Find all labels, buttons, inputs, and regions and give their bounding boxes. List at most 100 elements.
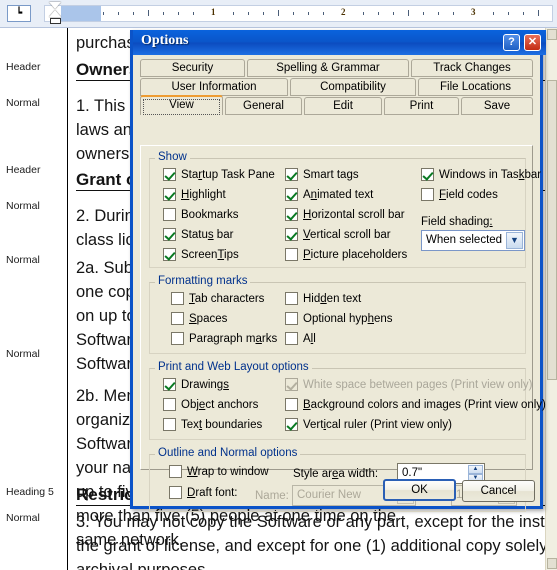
checkbox-all[interactable]: All — [285, 332, 316, 345]
checkbox-box — [285, 378, 298, 391]
tab-track-changes[interactable]: Track Changes — [411, 59, 533, 77]
checkbox-optional-hyphens[interactable]: Optional hyphens — [285, 312, 393, 325]
style-area-width-value: 0.7" — [402, 467, 423, 479]
horizontal-ruler[interactable]: ┕ 1 2 3 — [0, 0, 557, 28]
checkbox-screentips[interactable]: ScreenTips — [163, 248, 239, 261]
tab-user-information[interactable]: User Information — [140, 78, 288, 96]
view-tab-panel: Show Startup Task Pane Highlight Bookmarks… — [140, 145, 546, 512]
checkbox-status-bar[interactable]: Status bar — [163, 228, 233, 241]
group-print-web-layout: Print and Web Layout options Drawings Obj… — [149, 361, 546, 440]
tab-label: Edit — [333, 100, 353, 112]
checkbox-box[interactable] — [171, 292, 184, 305]
checkbox-box[interactable] — [285, 292, 298, 305]
document-paragraph: the grant of license, and except for one… — [76, 537, 545, 555]
checkbox-box[interactable] — [163, 378, 176, 391]
checkbox-bookmarks[interactable]: Bookmarks — [163, 208, 239, 221]
checkbox-hidden-text[interactable]: Hidden text — [285, 292, 361, 305]
checkbox-background-colors-and-images-print-view-only[interactable]: Background colors and images (Print view… — [285, 398, 546, 411]
tab-compatibility[interactable]: Compatibility — [290, 78, 416, 96]
checkbox-startup-task-pane[interactable]: Startup Task Pane — [163, 168, 275, 181]
checkbox-label: Field codes — [439, 188, 498, 201]
checkbox-draft-font[interactable]: Draft font: — [169, 486, 238, 499]
group-print-web-layout-title: Print and Web Layout options — [155, 361, 312, 373]
scrollbar-thumb[interactable] — [547, 80, 557, 380]
checkbox-box[interactable] — [285, 228, 298, 241]
tab-edit[interactable]: Edit — [304, 97, 382, 115]
checkbox-label: Wrap to window — [187, 465, 269, 478]
checkbox-box[interactable] — [171, 332, 184, 345]
checkbox-box[interactable] — [285, 208, 298, 221]
tab-stop-left-icon[interactable]: ┕ — [7, 5, 31, 22]
dialog-body: Security Spelling & Grammar Track Changes … — [133, 55, 546, 512]
tab-save[interactable]: Save — [461, 97, 533, 115]
checkbox-box[interactable] — [285, 398, 298, 411]
tab-label: Print — [409, 100, 434, 112]
style-label: Heading 5 — [6, 486, 54, 498]
checkbox-box[interactable] — [163, 188, 176, 201]
checkbox-box[interactable] — [169, 465, 182, 478]
spinner-up-icon[interactable]: ▲ — [468, 465, 483, 474]
checkbox-object-anchors[interactable]: Object anchors — [163, 398, 258, 411]
checkbox-highlight[interactable]: Highlight — [163, 188, 226, 201]
checkbox-box[interactable] — [171, 312, 184, 325]
checkbox-label: Startup Task Pane — [181, 168, 275, 181]
checkbox-field-codes[interactable]: Field codes — [421, 188, 498, 201]
checkbox-box[interactable] — [163, 228, 176, 241]
style-label: Normal — [6, 348, 40, 360]
cancel-button[interactable]: Cancel — [462, 480, 535, 502]
checkbox-box[interactable] — [163, 208, 176, 221]
checkbox-box[interactable] — [285, 188, 298, 201]
checkbox-box[interactable] — [285, 168, 298, 181]
checkbox-box[interactable] — [163, 418, 176, 431]
first-line-indent-marker[interactable] — [49, 2, 61, 9]
tab-security[interactable]: Security — [140, 59, 245, 77]
checkbox-wrap-to-window[interactable]: Wrap to window — [169, 465, 269, 478]
tab-label: File Locations — [440, 81, 511, 93]
checkbox-label: Object anchors — [181, 398, 259, 411]
field-shading-select[interactable]: When selected ▼ — [421, 230, 525, 251]
checkbox-drawings[interactable]: Drawings — [163, 378, 229, 391]
ruler-strip[interactable]: 1 2 3 — [44, 5, 553, 22]
checkbox-picture-placeholders[interactable]: Picture placeholders — [285, 248, 407, 261]
checkbox-box[interactable] — [285, 248, 298, 261]
ok-button[interactable]: OK — [383, 479, 456, 501]
checkbox-box[interactable] — [163, 248, 176, 261]
checkbox-vertical-ruler-print-view-only[interactable]: Vertical ruler (Print view only) — [285, 418, 452, 431]
checkbox-label: White space between pages (Print view on… — [303, 378, 533, 391]
hanging-indent-marker[interactable] — [49, 10, 61, 17]
style-label: Header — [6, 61, 41, 73]
checkbox-paragraph-marks[interactable]: Paragraph marks — [171, 332, 277, 345]
checkbox-windows-in-taskbar[interactable]: Windows in Taskbar — [421, 168, 541, 181]
checkbox-label: Drawings — [181, 378, 229, 391]
tab-spelling-grammar[interactable]: Spelling & Grammar — [247, 59, 409, 77]
checkbox-vertical-scroll-bar[interactable]: Vertical scroll bar — [285, 228, 391, 241]
scroll-down-arrow-icon[interactable] — [547, 558, 557, 569]
checkbox-spaces[interactable]: Spaces — [171, 312, 227, 325]
checkbox-tab-characters[interactable]: Tab characters — [171, 292, 264, 305]
chevron-down-icon[interactable]: ▼ — [506, 232, 523, 249]
tab-print[interactable]: Print — [384, 97, 459, 115]
checkbox-box[interactable] — [169, 486, 182, 499]
dialog-titlebar[interactable]: Options ? ✕ — [133, 30, 546, 55]
checkbox-box[interactable] — [285, 312, 298, 325]
scroll-up-arrow-icon[interactable] — [547, 29, 557, 40]
checkbox-smart-tags[interactable]: Smart tags — [285, 168, 359, 181]
tab-view[interactable]: View — [140, 95, 223, 115]
checkbox-box[interactable] — [421, 188, 434, 201]
left-indent-marker[interactable] — [50, 18, 61, 24]
checkbox-box[interactable] — [421, 168, 434, 181]
checkbox-box[interactable] — [163, 398, 176, 411]
checkbox-box[interactable] — [285, 418, 298, 431]
checkbox-horizontal-scroll-bar[interactable]: Horizontal scroll bar — [285, 208, 405, 221]
close-icon[interactable]: ✕ — [524, 34, 541, 51]
ruler-number-1: 1 — [211, 7, 216, 17]
tab-file-locations[interactable]: File Locations — [418, 78, 533, 96]
checkbox-text-boundaries[interactable]: Text boundaries — [163, 418, 262, 431]
checkbox-animated-text[interactable]: Animated text — [285, 188, 373, 201]
document-vertical-scrollbar[interactable] — [545, 28, 557, 570]
help-button[interactable]: ? — [503, 34, 520, 51]
tab-general[interactable]: General — [225, 97, 302, 115]
checkbox-box[interactable] — [285, 332, 298, 345]
checkbox-box[interactable] — [163, 168, 176, 181]
style-label: Normal — [6, 200, 40, 212]
